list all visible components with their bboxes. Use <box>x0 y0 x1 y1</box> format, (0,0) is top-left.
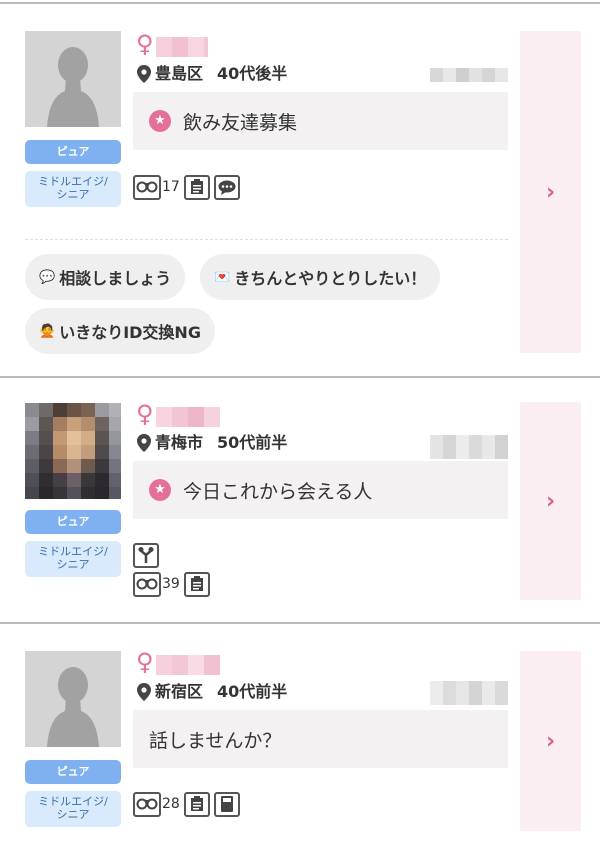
message-text: 飲み友達募集 <box>183 111 298 134</box>
female-icon: ♀ <box>136 400 154 428</box>
age-text: 40代前半 <box>217 682 288 701</box>
glasses-icon <box>133 174 161 200</box>
speech-bubble-icon: 💬 <box>39 269 56 285</box>
location-text: 新宿区 <box>155 682 204 701</box>
location-pin-icon <box>137 434 151 452</box>
chevron-right-icon: › <box>545 179 556 205</box>
badge-age-group: ミドルエイジ/シニア <box>25 541 121 577</box>
pixelated-photo <box>25 403 121 499</box>
profile-card[interactable]: ピュア ミドルエイジ/シニア ♀ 青梅市 50代前半 ★ 今日これから会える人 3… <box>0 376 600 624</box>
footprint-count: 39 <box>162 576 180 592</box>
stats-row: 17 <box>133 174 244 200</box>
badge-age-group: ミドルエイジ/シニア <box>25 171 121 207</box>
last-login-masked <box>430 68 508 82</box>
badge-pure: ピュア <box>25 510 121 534</box>
location-age: 新宿区 40代前半 <box>155 682 287 702</box>
person-gesturing-no-icon: 🙅 <box>39 323 56 339</box>
message-box: ★ 今日これから会える人 <box>133 461 508 519</box>
profile-card[interactable]: ピュア ミドルエイジ/シニア ♀ 豊島区 40代後半 ★ 飲み友達募集 17 💬 相… <box>0 2 600 377</box>
message-text: 話しませんか？ <box>149 729 282 752</box>
location-text: 青梅市 <box>155 433 204 452</box>
badge-pure: ピュア <box>25 140 121 164</box>
message-box: ★ 飲み友達募集 <box>133 92 508 150</box>
avatar[interactable] <box>25 651 121 747</box>
silhouette-icon <box>25 651 121 747</box>
avatar[interactable] <box>25 403 121 499</box>
footprint-count: 17 <box>162 179 180 195</box>
username-masked <box>156 37 220 57</box>
last-login-masked <box>430 435 508 459</box>
open-profile-button[interactable]: › <box>520 402 581 600</box>
tag-consult: 💬 相談しましょう <box>25 254 186 300</box>
location-age: 豊島区 40代後半 <box>155 64 287 84</box>
silhouette-icon <box>25 31 121 127</box>
tag-label: きちんとやりとりしたい！ <box>234 269 427 288</box>
badge-age-group: ミドルエイジ/シニア <box>25 791 121 827</box>
age-text: 50代前半 <box>217 433 288 452</box>
message-text: 今日これから会える人 <box>183 480 373 503</box>
female-icon: ♀ <box>136 30 154 58</box>
badge-pure: ピュア <box>25 760 121 784</box>
location-text: 豊島区 <box>155 64 204 83</box>
star-icon: ★ <box>149 110 171 132</box>
age-text: 40代後半 <box>217 64 288 83</box>
chat-icon <box>213 174 240 200</box>
tag-no-id-exchange: 🙅 いきなりID交換NG <box>25 308 215 354</box>
tag-proper-exchange: 💌 きちんとやりとりしたい！ <box>200 254 441 300</box>
memo-icon <box>183 571 210 597</box>
chevron-right-icon: › <box>545 488 556 514</box>
last-login-masked <box>430 681 508 705</box>
antenna-icon <box>133 542 159 568</box>
love-letter-icon: 💌 <box>214 269 231 285</box>
message-box: 話しませんか？ <box>133 710 508 768</box>
divider <box>25 239 508 240</box>
avatar[interactable] <box>25 31 121 127</box>
chevron-right-icon: › <box>545 728 556 754</box>
memo-icon <box>183 791 210 817</box>
star-icon: ★ <box>149 479 171 501</box>
location-pin-icon <box>137 683 151 701</box>
tag-label: いきなりID交換NG <box>59 323 201 342</box>
location-age: 青梅市 50代前半 <box>155 433 287 453</box>
tag-label: 相談しましょう <box>59 269 172 288</box>
username-masked <box>156 655 220 675</box>
memo-icon <box>183 174 210 200</box>
calculator-icon <box>213 791 240 817</box>
glasses-icon <box>133 791 161 817</box>
glasses-icon <box>133 571 161 597</box>
stats-row: 28 <box>133 791 244 817</box>
stats-row: 39 <box>133 571 214 597</box>
stats-row <box>133 542 163 568</box>
username-masked <box>156 407 220 427</box>
location-pin-icon <box>137 65 151 83</box>
open-profile-button[interactable]: › <box>520 651 581 831</box>
footprint-count: 28 <box>162 796 180 812</box>
female-icon: ♀ <box>136 648 154 676</box>
profile-card[interactable]: ピュア ミドルエイジ/シニア ♀ 新宿区 40代前半 話しませんか？ 28 › <box>0 622 600 845</box>
open-profile-button[interactable]: › <box>520 31 581 353</box>
